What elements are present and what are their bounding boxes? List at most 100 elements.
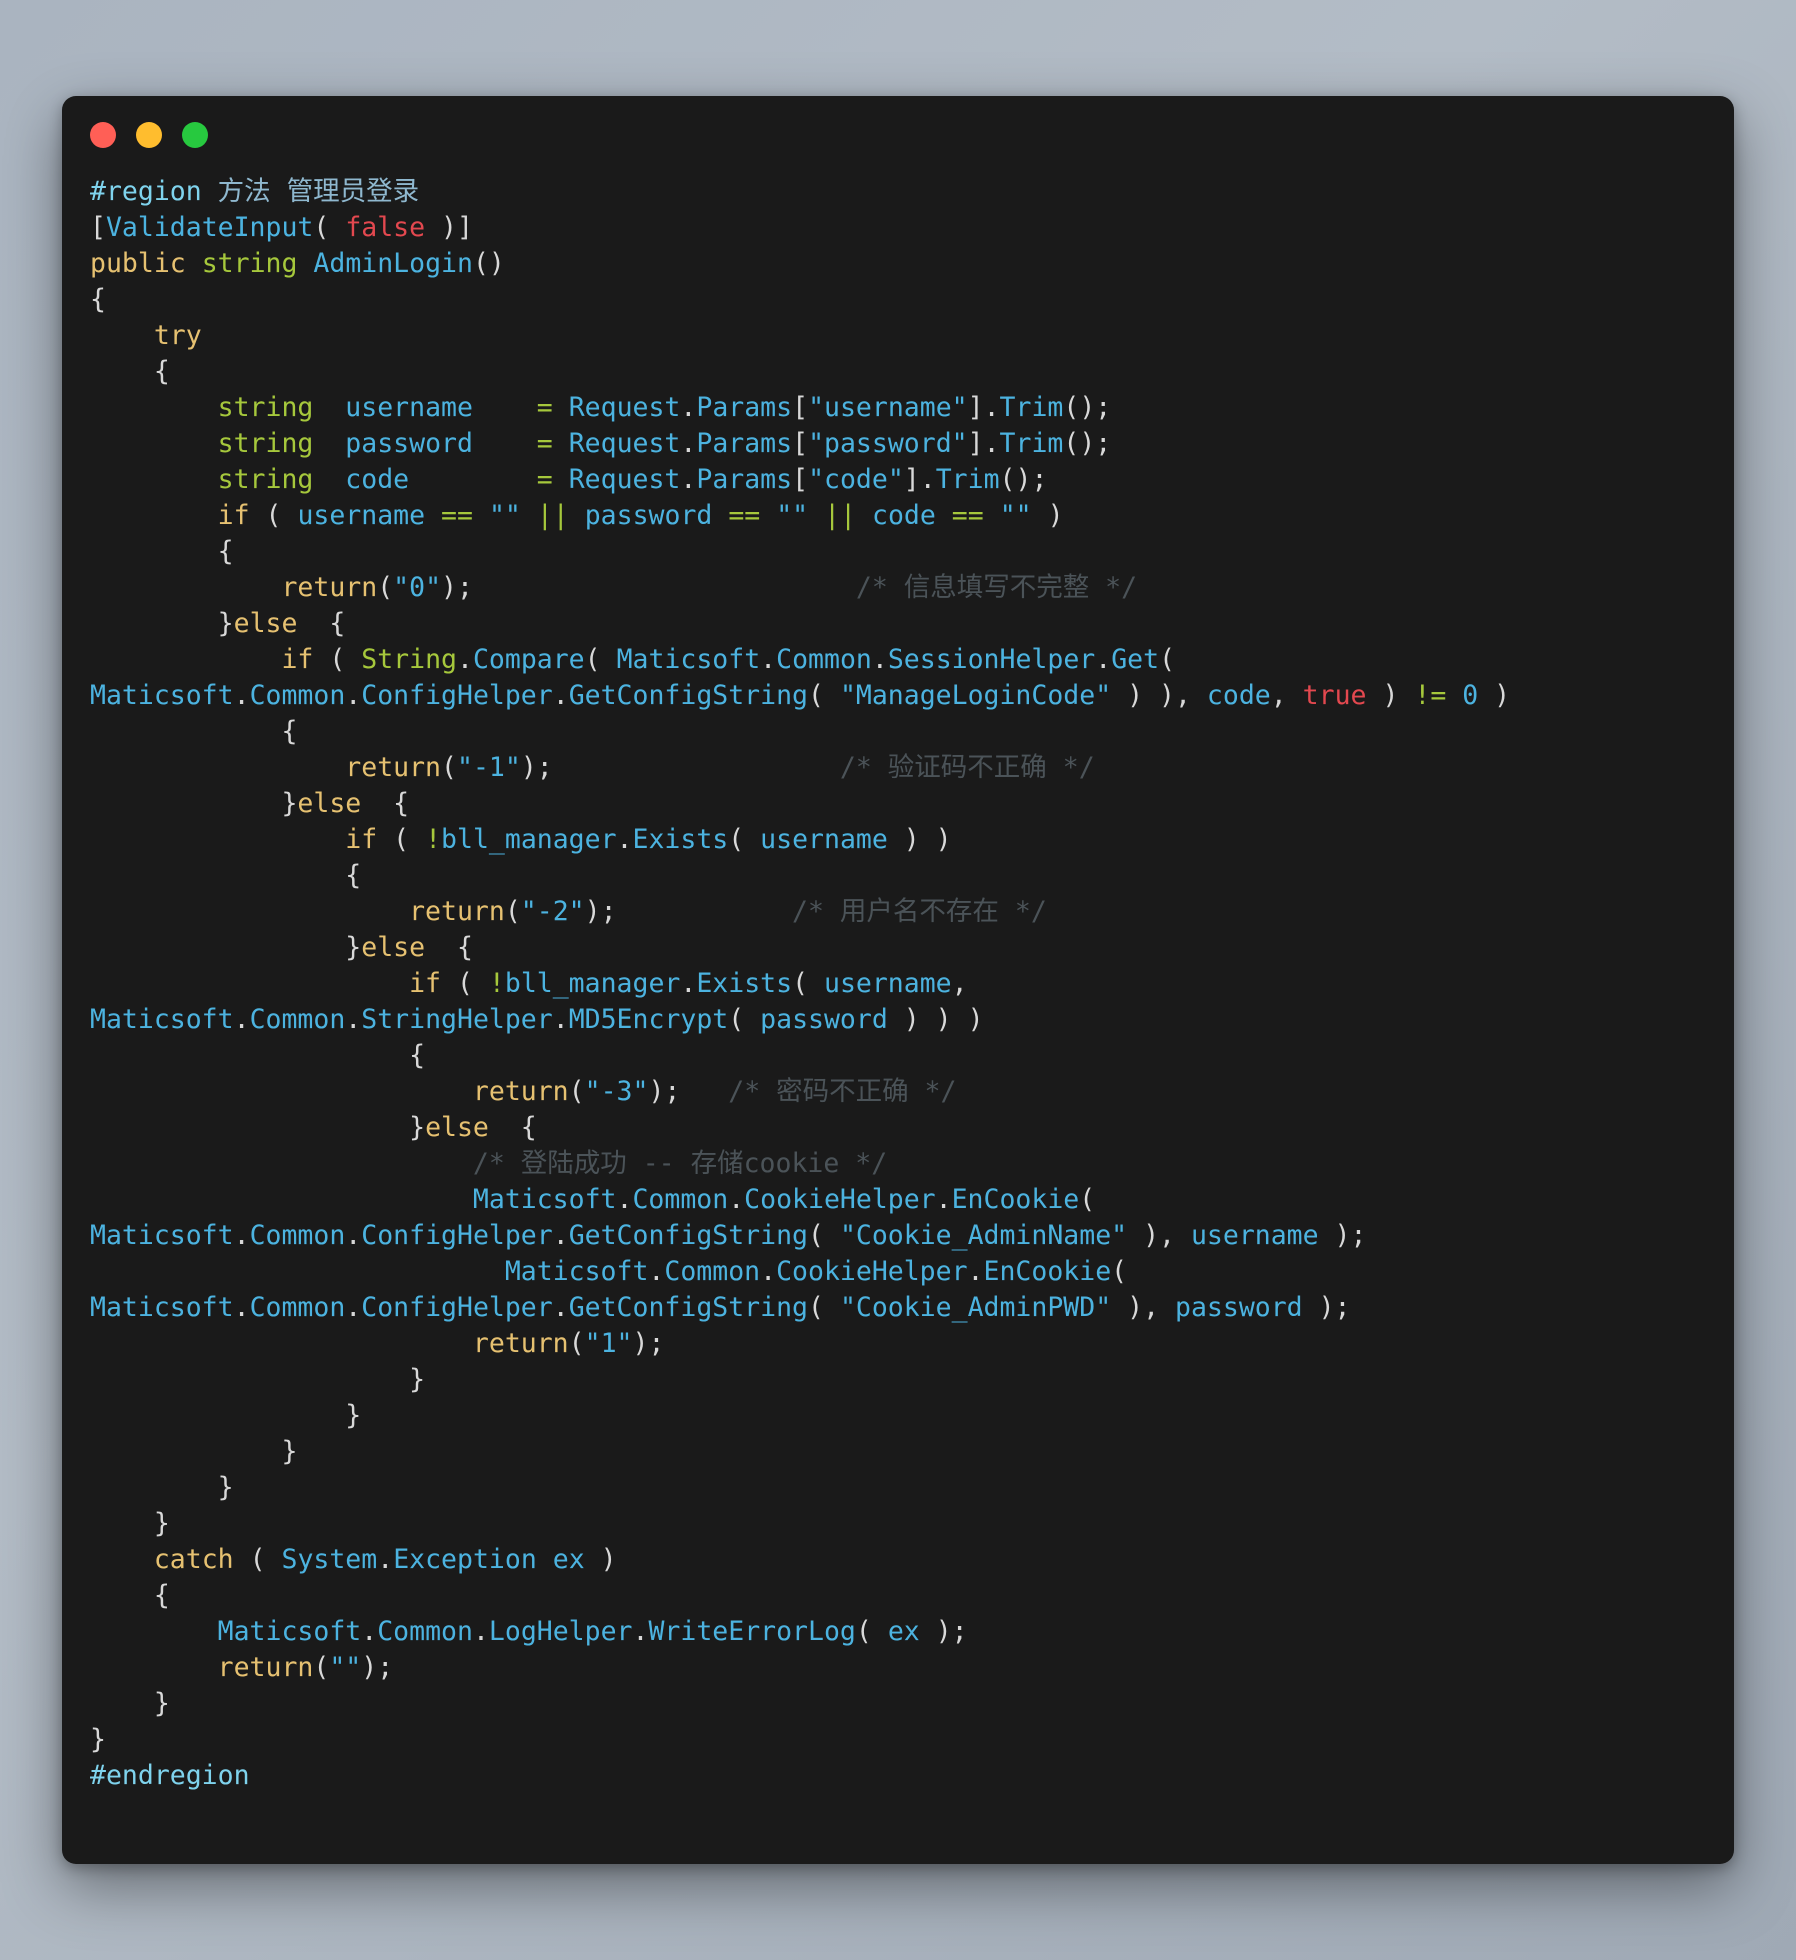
code-token-cn: 方法 管理员登录	[217, 176, 420, 207]
code-token-punct: {	[90, 716, 298, 747]
code-token-punct	[521, 500, 537, 531]
code-token-punct	[297, 248, 313, 279]
code-token-ident: AdminLogin	[313, 248, 473, 279]
code-token-punct	[680, 1076, 728, 1107]
code-token-ident: username	[345, 392, 473, 423]
code-token-punct: .	[680, 464, 697, 495]
code-token-punct: .	[728, 1184, 745, 1215]
code-token-punct	[90, 824, 345, 855]
code-token-kw: else	[361, 932, 426, 963]
code-token-punct: }	[90, 1436, 298, 1467]
code-token-ident: code	[872, 500, 936, 531]
code-token-op: !	[488, 968, 505, 999]
code-token-kw: return	[472, 1328, 569, 1359]
window-titlebar	[62, 96, 1734, 174]
code-token-str: "-1"	[456, 752, 521, 783]
code-token-punct: {	[297, 608, 346, 639]
code-token-kw: return	[345, 752, 442, 783]
code-token-punct: }	[90, 1472, 234, 1503]
code-token-bool: false	[345, 212, 426, 243]
code-token-punct: }	[90, 608, 234, 639]
code-token-op: ==	[951, 500, 984, 531]
code-token-ident: code	[1206, 680, 1271, 711]
code-token-punct	[537, 1544, 553, 1575]
code-token-punct: .	[1095, 644, 1112, 675]
code-token-punct: (	[808, 1220, 840, 1251]
code-token-op: !	[425, 824, 442, 855]
code-token-ident: Maticsoft	[90, 1292, 234, 1323]
code-token-punct: (	[808, 680, 840, 711]
code-token-ident: Common	[776, 644, 872, 675]
code-token-str: ""	[999, 500, 1032, 531]
code-token-punct	[90, 464, 218, 495]
code-token-punct	[1446, 680, 1462, 711]
code-token-ident: GetConfigString	[568, 1220, 809, 1251]
code-token-ident: Params	[696, 464, 793, 495]
code-token-punct: (	[377, 824, 426, 855]
code-token-cmt: /* 信息填写不完整 */	[855, 572, 1138, 603]
code-token-type: string	[217, 464, 314, 495]
code-token-ident: Request	[568, 392, 681, 423]
code-token-punct	[313, 392, 345, 423]
code-token-punct: {	[90, 1580, 170, 1611]
code-token-punct: (	[855, 1616, 888, 1647]
code-token-punct: )]	[425, 212, 473, 243]
code-token-punct: .	[472, 1616, 489, 1647]
code-token-ident: Common	[377, 1616, 473, 1647]
code-token-str: ""	[776, 500, 809, 531]
code-token-ident: password	[1175, 1292, 1303, 1323]
code-token-ident: Params	[696, 392, 793, 423]
code-token-kw: if	[281, 644, 314, 675]
code-token-punct: (	[377, 572, 394, 603]
close-window-button[interactable]	[90, 122, 116, 148]
code-token-punct: .	[552, 1004, 569, 1035]
code-token-ident: Common	[249, 1220, 346, 1251]
code-token-kw: else	[297, 788, 362, 819]
code-token-punct	[90, 752, 345, 783]
code-token-op: ||	[536, 500, 569, 531]
code-token-punct	[90, 572, 281, 603]
code-token-punct: ),	[1111, 1292, 1175, 1323]
code-token-ident: Trim	[935, 464, 1000, 495]
code-token-punct	[90, 1544, 154, 1575]
code-token-ident: GetConfigString	[568, 1292, 809, 1323]
code-token-punct	[90, 968, 409, 999]
code-token-punct: )	[584, 1544, 617, 1575]
source-code-block[interactable]: #region 方法 管理员登录 [ValidateInput( false )…	[90, 174, 1706, 1794]
maximize-window-button[interactable]	[182, 122, 208, 148]
code-token-kw: return	[217, 1652, 314, 1683]
code-token-punct	[313, 464, 345, 495]
code-token-ident: Exists	[632, 824, 729, 855]
code-token-ident: WriteErrorLog	[648, 1616, 856, 1647]
code-token-punct: .	[233, 1292, 250, 1323]
code-token-punct	[617, 896, 793, 927]
code-token-ident: Common	[664, 1256, 761, 1287]
code-token-cmt: /* 验证码不正确 */	[839, 752, 1095, 783]
code-token-cmt: /* 用户名不存在 */	[792, 896, 1047, 927]
code-token-kw: try	[153, 320, 202, 351]
code-token-punct	[90, 1148, 473, 1179]
code-token-punct	[760, 500, 776, 531]
code-token-str: "Cookie_AdminPWD"	[839, 1292, 1112, 1323]
code-token-ident: Maticsoft	[504, 1256, 649, 1287]
code-token-punct: .	[361, 1616, 378, 1647]
code-token-kw: else	[425, 1112, 489, 1143]
code-token-num: 0	[1462, 680, 1479, 711]
code-token-ident: username	[760, 824, 888, 855]
code-token-ident: Exists	[696, 968, 793, 999]
code-token-kw: catch	[153, 1544, 234, 1575]
code-token-punct: .	[552, 680, 569, 711]
code-token-punct	[856, 500, 872, 531]
code-token-punct	[808, 500, 824, 531]
code-token-str: "ManageLoginCode"	[839, 680, 1112, 711]
code-token-punct: ) )	[887, 824, 952, 855]
code-token-type: string	[201, 248, 298, 279]
code-token-punct: {	[90, 356, 170, 387]
code-token-punct: (	[568, 1328, 585, 1359]
code-token-punct: ].	[967, 428, 1000, 459]
code-token-punct: .	[935, 1184, 952, 1215]
code-token-punct: )	[1478, 680, 1511, 711]
code-token-punct: }	[90, 932, 362, 963]
minimize-window-button[interactable]	[136, 122, 162, 148]
code-token-ident: username	[297, 500, 426, 531]
